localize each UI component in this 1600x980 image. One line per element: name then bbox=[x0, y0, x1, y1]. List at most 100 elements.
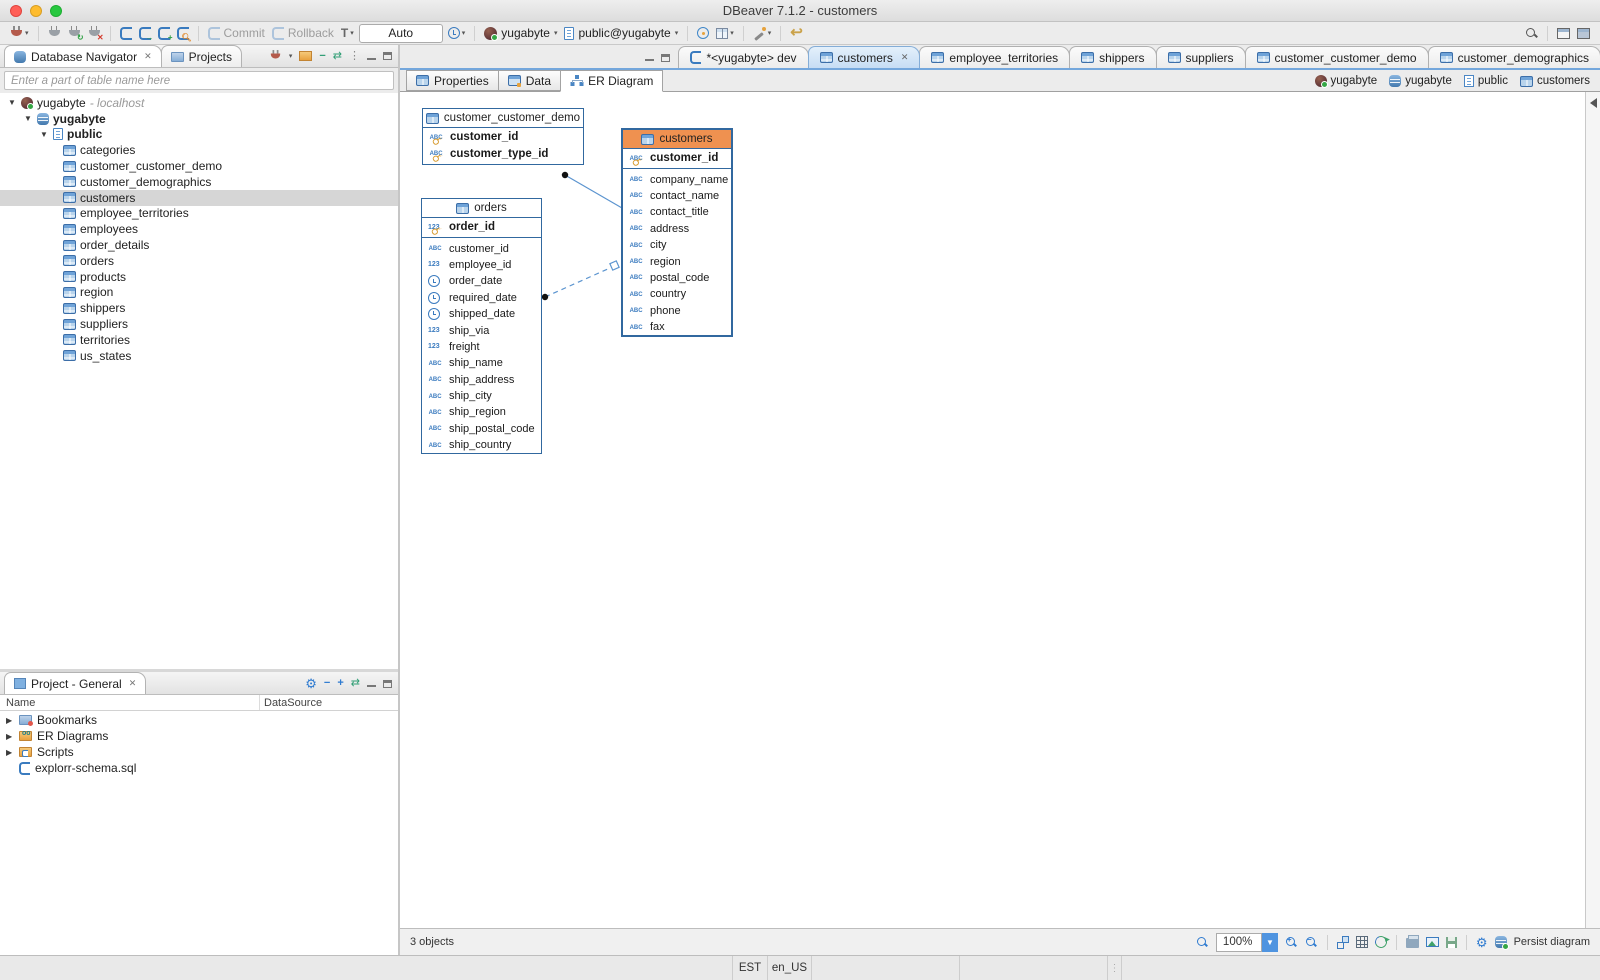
entity-column-row[interactable]: country bbox=[623, 286, 731, 302]
refresh-diagram-icon[interactable] bbox=[1373, 934, 1389, 950]
entity-column-row[interactable]: order_date bbox=[422, 273, 541, 289]
er-entity-customers[interactable]: customers customer_id bbox=[621, 128, 733, 337]
tab-database-navigator[interactable]: Database Navigator ✕ bbox=[4, 45, 162, 67]
new-connection-icon[interactable] bbox=[270, 50, 281, 62]
entity-column-row[interactable]: customer_id bbox=[422, 240, 541, 256]
project-tree-item[interactable]: ▶ Scripts bbox=[0, 744, 398, 760]
tree-item[interactable]: ▼ employee_territories bbox=[0, 206, 398, 222]
breadcrumb-item[interactable]: public bbox=[1464, 75, 1508, 87]
breadcrumb-item[interactable]: yugabyte bbox=[1315, 75, 1378, 87]
persist-diagram-label[interactable]: Persist diagram bbox=[1514, 936, 1590, 948]
entity-column-row[interactable]: ship_address bbox=[422, 372, 541, 388]
tree-item[interactable]: ▼ categories bbox=[0, 142, 398, 158]
sql-editor-button[interactable] bbox=[118, 23, 134, 43]
er-diagram-canvas[interactable]: customer_customer_demo customer_id bbox=[400, 91, 1600, 928]
rollback-button[interactable]: Rollback bbox=[270, 23, 336, 43]
column-header-name[interactable]: Name bbox=[0, 695, 260, 710]
disclosure-triangle-icon[interactable]: ▶ bbox=[6, 716, 14, 725]
tab-projects[interactable]: Projects bbox=[161, 45, 242, 67]
minimize-view-icon[interactable] bbox=[367, 680, 376, 687]
toggle-grid-icon[interactable] bbox=[1356, 936, 1368, 948]
editor-tab[interactable]: customer_customer_demo ✕ bbox=[1245, 46, 1429, 68]
connection-selector[interactable]: yugabyte▾ bbox=[482, 23, 559, 43]
export-image-icon[interactable] bbox=[1426, 937, 1439, 947]
palette-strip[interactable] bbox=[1585, 92, 1600, 928]
entity-header[interactable]: customer_customer_demo bbox=[423, 109, 583, 128]
editor-subtab[interactable]: Data bbox=[498, 70, 561, 91]
close-window-button[interactable] bbox=[10, 5, 22, 17]
collapse-all-icon[interactable]: − bbox=[319, 51, 325, 62]
er-entity-orders[interactable]: orders order_id bbox=[421, 198, 542, 454]
minimize-editor-icon[interactable] bbox=[645, 54, 654, 61]
reconnect-button[interactable]: ↻ bbox=[66, 23, 83, 43]
editor-tab[interactable]: shippers ✕ bbox=[1069, 46, 1156, 68]
er-entity-customer-customer-demo[interactable]: customer_customer_demo customer_id bbox=[422, 108, 584, 165]
tree-item[interactable]: ▼ yugabyte - localhost bbox=[0, 95, 398, 111]
add-icon[interactable]: + bbox=[337, 678, 343, 689]
arrange-diagram-icon[interactable] bbox=[1337, 936, 1349, 948]
editor-tab[interactable]: employee_territories ✕ bbox=[919, 46, 1070, 68]
editor-tab[interactable]: customers ✕ bbox=[808, 46, 921, 68]
project-tree-item[interactable]: ▶ explorr-schema.sql bbox=[0, 760, 398, 776]
entity-column-row[interactable]: shipped_date bbox=[422, 306, 541, 322]
tree-item[interactable]: ▼ customer_demographics bbox=[0, 174, 398, 190]
new-folder-icon[interactable] bbox=[299, 51, 312, 61]
close-icon[interactable]: ✕ bbox=[129, 678, 137, 689]
entity-column-row[interactable]: region bbox=[623, 253, 731, 269]
zoom-window-button[interactable] bbox=[50, 5, 62, 17]
restore-palette-icon[interactable] bbox=[1590, 98, 1597, 108]
link-icon[interactable]: ⇄ bbox=[351, 678, 360, 689]
connect-button[interactable] bbox=[46, 23, 63, 43]
entity-column-row[interactable]: address bbox=[623, 221, 731, 237]
zoom-level-value[interactable]: 100% bbox=[1216, 933, 1262, 952]
remove-icon[interactable]: − bbox=[324, 678, 330, 689]
tree-item[interactable]: ▼ customers bbox=[0, 190, 398, 206]
new-connection-button[interactable]: ▾ bbox=[8, 23, 31, 43]
maximize-view-icon[interactable] bbox=[383, 680, 392, 688]
entity-header[interactable]: customers bbox=[623, 130, 731, 149]
tree-item[interactable]: ▼ order_details bbox=[0, 237, 398, 253]
entity-column-row[interactable]: ship_name bbox=[422, 355, 541, 371]
entity-column-row[interactable]: city bbox=[623, 237, 731, 253]
entity-column-row[interactable]: contact_name bbox=[623, 188, 731, 204]
breadcrumb-item[interactable]: yugabyte bbox=[1389, 75, 1452, 87]
tree-item[interactable]: ▼ shippers bbox=[0, 300, 398, 316]
editor-tab[interactable]: *<yugabyte> dev ✕ bbox=[678, 46, 808, 68]
entity-column-row[interactable]: customer_type_id bbox=[423, 145, 583, 161]
minimize-view-icon[interactable] bbox=[367, 53, 376, 60]
entity-column-row[interactable]: freight bbox=[422, 339, 541, 355]
close-icon[interactable]: ✕ bbox=[144, 51, 152, 62]
close-icon[interactable]: ✕ bbox=[901, 52, 909, 63]
maximize-editor-icon[interactable] bbox=[661, 54, 670, 62]
entity-column-row[interactable]: contact_title bbox=[623, 204, 731, 220]
minimize-window-button[interactable] bbox=[30, 5, 42, 17]
view-menu-icon[interactable]: ⋮ bbox=[349, 51, 360, 62]
search-button[interactable] bbox=[1523, 23, 1540, 43]
tree-item[interactable]: ▼ yugabyte bbox=[0, 111, 398, 127]
recent-sql-editor-button[interactable]: → bbox=[137, 23, 153, 43]
disclosure-triangle-icon[interactable]: ▼ bbox=[40, 130, 49, 139]
tab-project-general[interactable]: Project - General ✕ bbox=[4, 672, 146, 694]
tree-item[interactable]: ▼ region bbox=[0, 285, 398, 301]
disclosure-triangle-icon[interactable]: ▶ bbox=[6, 748, 14, 757]
breadcrumb-item[interactable]: customers bbox=[1520, 75, 1590, 87]
zoom-out-icon[interactable]: − bbox=[1305, 936, 1318, 949]
persist-diagram-icon[interactable] bbox=[1495, 936, 1507, 948]
transaction-history-button[interactable]: ▾ bbox=[446, 23, 468, 43]
tree-item[interactable]: ▼ suppliers bbox=[0, 316, 398, 332]
open-sql-script-button[interactable]: 🔍︎ bbox=[175, 23, 191, 43]
project-tree-item[interactable]: ▶ ER Diagrams bbox=[0, 728, 398, 744]
entity-column-row[interactable]: order_id bbox=[422, 219, 541, 235]
entity-column-row[interactable]: postal_code bbox=[623, 270, 731, 286]
entity-header[interactable]: orders bbox=[422, 199, 541, 218]
chevron-down-icon[interactable]: ▾ bbox=[289, 53, 293, 60]
entity-column-row[interactable]: company_name bbox=[623, 171, 731, 187]
open-perspective-button[interactable] bbox=[1555, 23, 1572, 43]
tree-item[interactable]: ▼ orders bbox=[0, 253, 398, 269]
entity-column-row[interactable]: ship_country bbox=[422, 437, 541, 453]
entity-column-row[interactable]: customer_id bbox=[423, 129, 583, 145]
entity-column-row[interactable]: employee_id bbox=[422, 257, 541, 273]
print-diagram-icon[interactable] bbox=[1406, 938, 1419, 948]
zoom-combobox[interactable]: 100% ▼ bbox=[1216, 933, 1278, 952]
transaction-log-button[interactable]: T▾ bbox=[339, 23, 356, 43]
